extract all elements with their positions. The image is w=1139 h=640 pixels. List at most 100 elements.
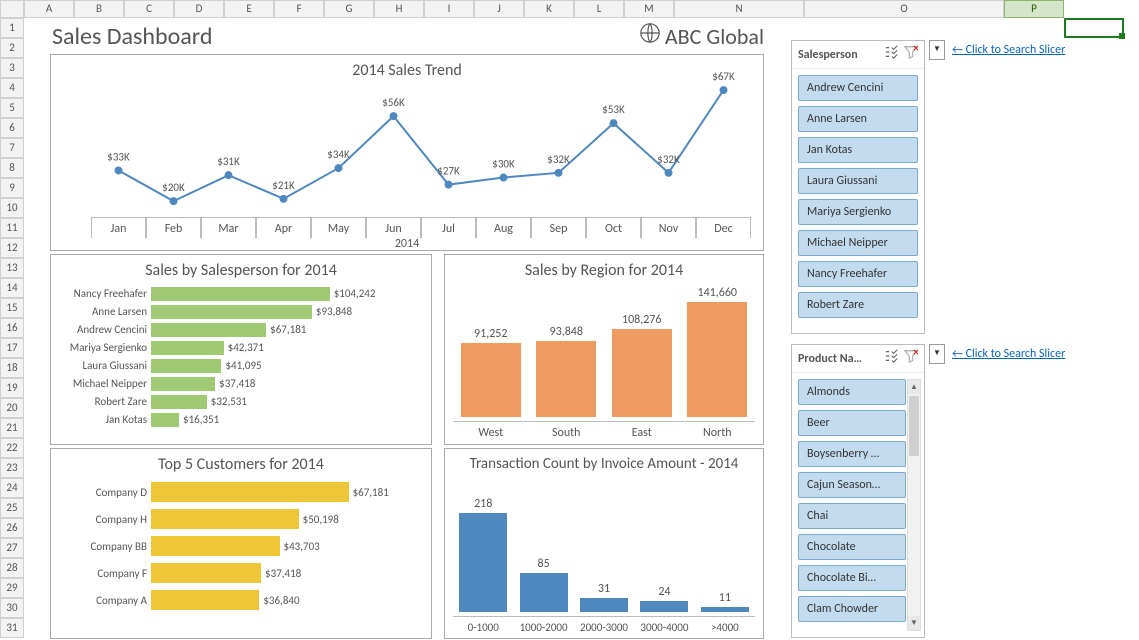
column-header-A[interactable]: A (24, 0, 74, 18)
sales-by-region-chart[interactable]: Sales by Region for 2014 91,252West93,84… (444, 254, 764, 445)
trend-month-label: May (311, 217, 366, 238)
row-header-18[interactable]: 18 (0, 358, 24, 378)
slicer-item[interactable]: Mariya Sergienko (798, 199, 918, 225)
row-header-5[interactable]: 5 (0, 98, 24, 118)
row-header-20[interactable]: 20 (0, 398, 24, 418)
salesperson-slicer-hint[interactable]: ← Click to Search Slicer (952, 43, 1065, 57)
column-category: North (680, 421, 756, 440)
row-header-1[interactable]: 1 (0, 18, 24, 38)
trend-month-label: Feb (146, 217, 201, 238)
column-header-I[interactable]: I (424, 0, 474, 18)
slicer-item[interactable]: Andrew Cencini (798, 75, 918, 101)
column-header-J[interactable]: J (474, 0, 524, 18)
bar (151, 482, 349, 502)
row-header-29[interactable]: 29 (0, 578, 24, 598)
row-header-4[interactable]: 4 (0, 78, 24, 98)
row-header-25[interactable]: 25 (0, 498, 24, 518)
row-header-8[interactable]: 8 (0, 158, 24, 178)
slicer-item[interactable]: Laura Giussani (798, 168, 918, 194)
clear-filter-icon[interactable] (904, 45, 918, 64)
bar-row: Company BB$43,703 (57, 533, 425, 559)
column-header-G[interactable]: G (324, 0, 374, 18)
row-header-23[interactable]: 23 (0, 458, 24, 478)
slicer-item[interactable]: Cajun Season… (798, 472, 906, 498)
select-all-corner[interactable] (0, 0, 24, 18)
slicer-item[interactable]: Nancy Freehafer (798, 261, 918, 287)
slicer-scrollbar[interactable]: ▲ ▼ (907, 379, 921, 631)
slicer-item[interactable]: Chocolate (798, 534, 906, 560)
row-header-27[interactable]: 27 (0, 538, 24, 558)
multi-select-icon[interactable] (884, 45, 898, 64)
row-header-2[interactable]: 2 (0, 38, 24, 58)
row-header-30[interactable]: 30 (0, 598, 24, 618)
row-header-26[interactable]: 26 (0, 518, 24, 538)
slicer-item[interactable]: Jan Kotas (798, 137, 918, 163)
row-header-15[interactable]: 15 (0, 298, 24, 318)
row-header-7[interactable]: 7 (0, 138, 24, 158)
column-header-C[interactable]: C (124, 0, 174, 18)
column-header-O[interactable]: O (804, 0, 1004, 18)
row-header-10[interactable]: 10 (0, 198, 24, 218)
column-header-E[interactable]: E (224, 0, 274, 18)
sales-by-salesperson-chart[interactable]: Sales by Salesperson for 2014 Nancy Free… (50, 254, 432, 445)
product-slicer[interactable]: Product Na… Almonds Beer Boysenberry … Caju… (791, 344, 925, 638)
column-header-K[interactable]: K (524, 0, 574, 18)
chart-title: Top 5 Customers for 2014 (51, 455, 431, 474)
svg-text:$56K: $56K (382, 96, 405, 109)
row-header-12[interactable]: 12 (0, 238, 24, 258)
row-header-14[interactable]: 14 (0, 278, 24, 298)
column-header-D[interactable]: D (174, 0, 224, 18)
column-header-P[interactable]: P (1004, 0, 1064, 18)
slicer-item[interactable]: Anne Larsen (798, 106, 918, 132)
product-slicer-hint[interactable]: ← Click to Search Slicer (952, 347, 1065, 361)
slicer-item[interactable]: Clam Chowder (798, 596, 906, 622)
column-value: 11 (719, 591, 731, 605)
row-header-22[interactable]: 22 (0, 438, 24, 458)
title-row: Sales Dashboard ABC Global (52, 21, 764, 51)
top-customers-chart[interactable]: Top 5 Customers for 2014 Company D$67,18… (50, 448, 432, 639)
slicer-item[interactable]: Boysenberry … (798, 441, 906, 467)
row-header-3[interactable]: 3 (0, 58, 24, 78)
bar-label: Laura Giussani (57, 359, 151, 372)
row-header-17[interactable]: 17 (0, 338, 24, 358)
bar-label: Jan Kotas (57, 413, 151, 426)
row-header-31[interactable]: 31 (0, 618, 24, 638)
scroll-up-icon[interactable]: ▲ (908, 380, 920, 394)
column-header-M[interactable]: M (624, 0, 674, 18)
column-header-B[interactable]: B (74, 0, 124, 18)
salesperson-slicer[interactable]: Salesperson Andrew CenciniAnne LarsenJan… (791, 40, 925, 334)
bar-value: $104,242 (334, 287, 376, 300)
column-header-F[interactable]: F (274, 0, 324, 18)
scroll-down-icon[interactable]: ▼ (908, 616, 920, 630)
row-header-21[interactable]: 21 (0, 418, 24, 438)
slicer-item[interactable]: Chai (798, 503, 906, 529)
row-header-13[interactable]: 13 (0, 258, 24, 278)
sales-trend-chart[interactable]: 2014 Sales Trend $33K$20K$31K$21K$34K$56… (50, 54, 764, 251)
row-header-19[interactable]: 19 (0, 378, 24, 398)
row-header-6[interactable]: 6 (0, 118, 24, 138)
column-header-H[interactable]: H (374, 0, 424, 18)
row-header-11[interactable]: 11 (0, 218, 24, 238)
row-header-28[interactable]: 28 (0, 558, 24, 578)
bar (151, 341, 224, 355)
slicer-item[interactable]: Michael Neipper (798, 230, 918, 256)
bar (151, 287, 330, 301)
column-header-L[interactable]: L (574, 0, 624, 18)
svg-text:$30K: $30K (492, 158, 515, 171)
slicer-item[interactable]: Almonds (798, 379, 906, 405)
clear-filter-icon[interactable] (904, 349, 918, 368)
row-header-24[interactable]: 24 (0, 478, 24, 498)
column-header-N[interactable]: N (674, 0, 804, 18)
product-slicer-dropdown[interactable]: ▼ (929, 344, 945, 364)
multi-select-icon[interactable] (884, 349, 898, 368)
slicer-item[interactable]: Chocolate Bi… (798, 565, 906, 591)
row-header-16[interactable]: 16 (0, 318, 24, 338)
slicer-title: Product Na… (798, 352, 878, 366)
transaction-count-chart[interactable]: Transaction Count by Invoice Amount - 20… (444, 448, 764, 639)
salesperson-slicer-dropdown[interactable]: ▼ (929, 40, 945, 60)
scroll-thumb[interactable] (909, 396, 919, 456)
slicer-item[interactable]: Robert Zare (798, 292, 918, 318)
active-cell[interactable] (1064, 18, 1124, 38)
row-header-9[interactable]: 9 (0, 178, 24, 198)
slicer-item[interactable]: Beer (798, 410, 906, 436)
